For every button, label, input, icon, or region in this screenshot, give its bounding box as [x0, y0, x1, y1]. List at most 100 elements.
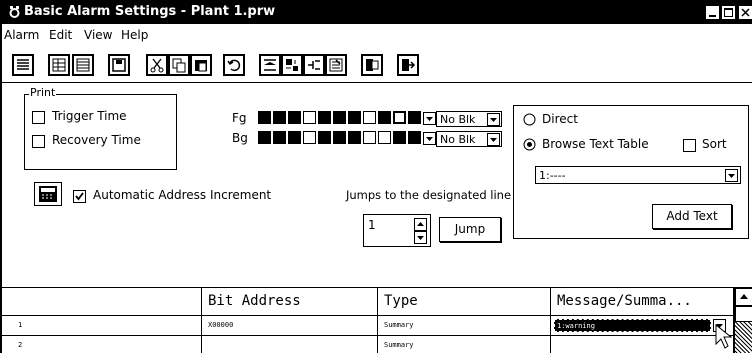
copy-button[interactable] [168, 54, 190, 76]
grid-view-button[interactable] [48, 54, 70, 76]
title-bar[interactable]: Basic Alarm Settings - Plant 1.prw [2, 2, 752, 24]
bg-swatch[interactable] [318, 131, 331, 144]
cut-button[interactable] [146, 54, 168, 76]
jump-line-value: 1 [368, 218, 376, 232]
text-table-select[interactable]: 1:---- [535, 166, 741, 184]
chevron-down-icon [490, 138, 497, 142]
fg-swatch[interactable] [333, 111, 346, 124]
close-button[interactable] [738, 5, 752, 20]
keypad-button[interactable] [34, 182, 62, 206]
toolbar [2, 48, 752, 83]
menu-view[interactable]: View [84, 28, 112, 42]
bg-swatch[interactable] [408, 131, 421, 144]
bg-swatch[interactable] [258, 131, 271, 144]
browse-text-table-radio[interactable] [523, 138, 536, 151]
sort-checkbox[interactable] [683, 139, 696, 152]
fg-swatch[interactable] [408, 111, 421, 124]
message-cell[interactable]: 1:warning [551, 316, 734, 336]
recovery-time-checkbox[interactable] [32, 135, 45, 148]
jump-button[interactable]: Jump [439, 217, 501, 242]
menu-edit[interactable]: Edit [49, 28, 72, 42]
undo-icon [227, 59, 241, 72]
bg-swatch[interactable] [378, 131, 391, 144]
minimize-button[interactable] [705, 5, 720, 20]
bg-color-palette [258, 131, 428, 146]
trigger-time-label: Trigger Time [52, 109, 127, 123]
jump-line-input[interactable]: 1 [363, 214, 431, 247]
chevron-up-icon [740, 294, 748, 299]
application-window: Basic Alarm Settings - Plant 1.prw Alarm… [0, 0, 752, 353]
recovery-time-label: Recovery Time [52, 133, 141, 147]
vertical-scrollbar[interactable] [734, 288, 752, 353]
list-view-button[interactable] [12, 54, 34, 76]
menu-alarm[interactable]: Alarm [4, 28, 39, 42]
fg-swatch[interactable] [258, 111, 271, 124]
menu-bar: Alarm Edit View Help [2, 24, 752, 49]
undo-button[interactable] [223, 54, 245, 76]
fg-swatch[interactable] [303, 111, 316, 124]
delete-row-button[interactable] [281, 54, 303, 76]
exit-button[interactable] [397, 54, 419, 76]
fg-swatch[interactable] [378, 111, 391, 124]
type-cell[interactable]: Summary [378, 316, 551, 336]
header-type[interactable]: Type [378, 288, 551, 316]
paste-button[interactable] [190, 54, 212, 76]
auto-increment-checkbox[interactable] [73, 190, 86, 203]
add-text-button[interactable]: Add Text [652, 204, 732, 229]
bg-swatch[interactable] [288, 131, 301, 144]
bg-swatch[interactable] [348, 131, 361, 144]
row-number: 1 [2, 316, 202, 336]
bg-swatch[interactable] [333, 131, 346, 144]
fg-blink-select[interactable]: No Blk [436, 111, 502, 127]
fg-swatch[interactable] [288, 111, 301, 124]
table-view-button[interactable] [72, 54, 94, 76]
direct-radio[interactable] [523, 113, 536, 126]
jump-label: Jumps to the designated line [346, 188, 512, 202]
insert-row-button[interactable] [259, 54, 281, 76]
bg-blink-select[interactable]: No Blk [436, 131, 502, 147]
fg-blink-dropdown-button[interactable] [487, 113, 500, 126]
trigger-time-checkbox[interactable] [32, 111, 45, 124]
menu-help[interactable]: Help [121, 28, 148, 42]
export-button[interactable] [361, 54, 383, 76]
header-bit-address[interactable]: Bit Address [202, 288, 378, 316]
fg-color-dropdown[interactable] [423, 112, 436, 125]
bg-blink-dropdown-button[interactable] [487, 133, 500, 146]
fg-swatch-selected[interactable] [393, 111, 406, 124]
auto-increment-label: Automatic Address Increment [93, 188, 272, 202]
bit-address-cell[interactable] [202, 336, 378, 353]
bg-label: Bg [232, 131, 248, 145]
import-button[interactable] [325, 54, 347, 76]
settings-panel: Print Trigger Time Recovery Time Fg No B… [2, 83, 752, 273]
jump-spin-up[interactable] [414, 218, 427, 231]
jump-button[interactable] [303, 54, 325, 76]
message-cell[interactable] [551, 336, 734, 353]
scroll-up-button[interactable] [735, 288, 752, 306]
row-number: 2 [2, 336, 202, 353]
text-table-dropdown-button[interactable] [725, 169, 738, 182]
window-title: Basic Alarm Settings - Plant 1.prw [24, 4, 276, 19]
fg-swatch[interactable] [318, 111, 331, 124]
bg-swatch[interactable] [303, 131, 316, 144]
message-value: 1:warning [557, 322, 595, 330]
bg-swatch[interactable] [273, 131, 286, 144]
fg-swatch[interactable] [363, 111, 376, 124]
maximize-button[interactable] [721, 5, 736, 20]
print-legend: Print [29, 86, 57, 99]
bg-swatch[interactable] [393, 131, 406, 144]
chevron-down-icon [417, 236, 424, 240]
bg-swatch[interactable] [363, 131, 376, 144]
scroll-thumb[interactable] [735, 306, 752, 322]
type-cell[interactable]: Summary [378, 336, 551, 353]
scroll-track[interactable] [735, 306, 752, 353]
message-select[interactable]: 1:warning [554, 319, 711, 332]
header-message-summary[interactable]: Message/Summa... [551, 288, 734, 316]
jump-spin-down[interactable] [414, 231, 427, 244]
bg-color-dropdown[interactable] [423, 132, 436, 145]
save-button[interactable] [108, 54, 130, 76]
fg-swatch[interactable] [273, 111, 286, 124]
exit-icon [402, 59, 416, 71]
bit-address-cell[interactable]: X00000 [202, 316, 378, 336]
fg-swatch[interactable] [348, 111, 361, 124]
header-row-number [2, 288, 202, 316]
